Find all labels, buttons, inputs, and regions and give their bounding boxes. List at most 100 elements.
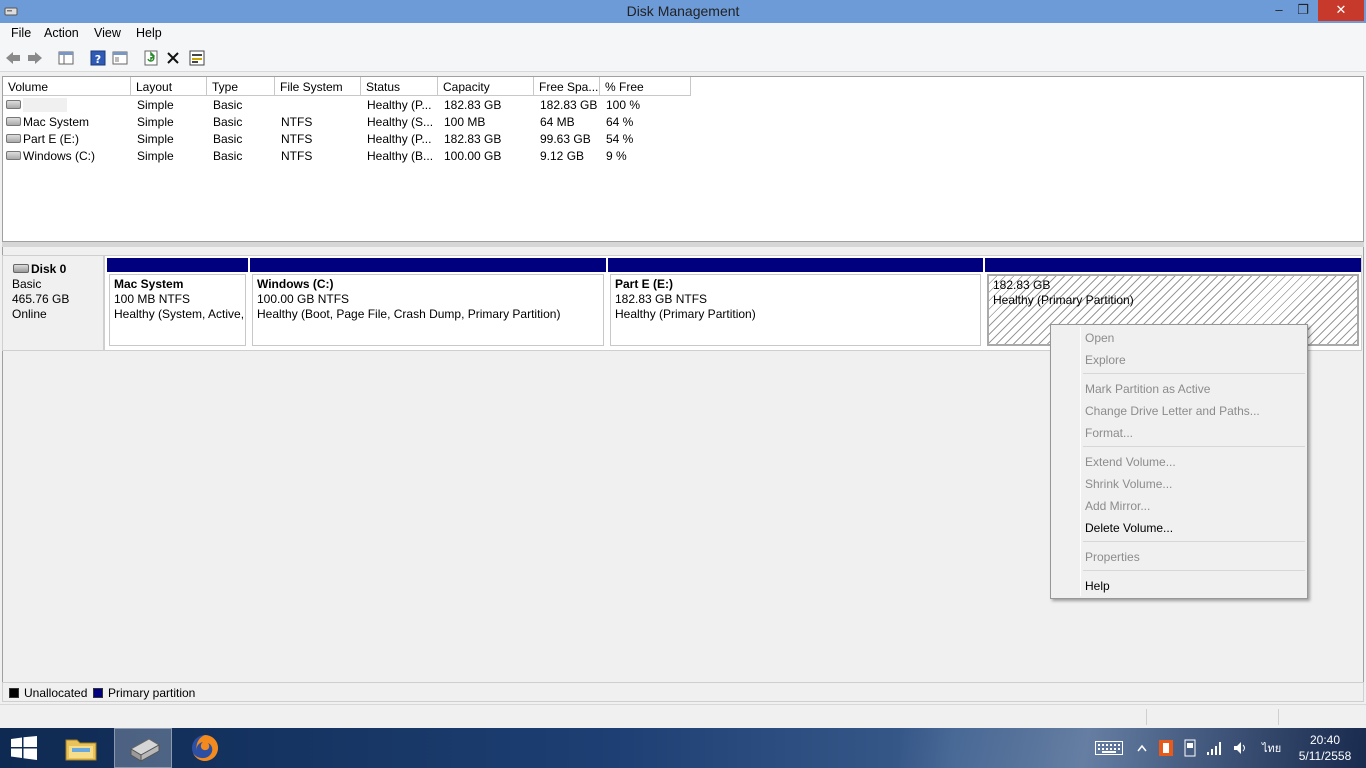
- taskbar-file-explorer[interactable]: [52, 728, 110, 768]
- volume-free-space: 99.63 GB: [540, 132, 591, 146]
- help-icon[interactable]: ?: [89, 49, 107, 67]
- partition-name: Part E (E:): [615, 277, 674, 291]
- menu-gutter: [1080, 327, 1081, 596]
- menu-item-change-drive-letter[interactable]: Change Drive Letter and Paths...: [1085, 401, 1260, 421]
- partition-status: Healthy (Primary Partition): [993, 293, 1134, 307]
- volume-file-system: NTFS: [281, 149, 313, 163]
- keyboard-icon[interactable]: [1095, 741, 1123, 755]
- menu-item-mark-active[interactable]: Mark Partition as Active: [1085, 379, 1210, 399]
- menu-separator: [1083, 446, 1305, 447]
- menu-separator: [1083, 570, 1305, 571]
- office-icon[interactable]: [1158, 739, 1174, 757]
- column-header-capacity[interactable]: Capacity: [438, 77, 534, 96]
- volume-layout: Simple: [137, 149, 174, 163]
- minimize-button[interactable]: –: [1268, 0, 1290, 21]
- disk-icon: [13, 264, 29, 273]
- volume-free-space: 9.12 GB: [540, 149, 585, 163]
- column-header-status[interactable]: Status: [361, 77, 438, 96]
- taskbar-firefox[interactable]: [176, 728, 234, 768]
- delete-icon[interactable]: [164, 49, 182, 67]
- menu-item-shrink-volume[interactable]: Shrink Volume...: [1085, 474, 1172, 494]
- column-header-file-system[interactable]: File System: [275, 77, 361, 96]
- forward-arrow-icon[interactable]: [26, 49, 44, 67]
- partition-box: Part E (E:) 182.83 GB NTFS Healthy (Prim…: [610, 274, 981, 346]
- status-separator: [1278, 709, 1279, 725]
- legend-bar: Unallocated Primary partition: [2, 682, 1364, 702]
- partition-color-bar: [608, 258, 983, 272]
- network-signal-icon[interactable]: [1206, 740, 1222, 756]
- legend-swatch-unallocated: [9, 688, 19, 698]
- volume-list: Volume Layout Type File System Status Ca…: [2, 76, 1364, 242]
- menu-item-help[interactable]: Help: [1085, 576, 1110, 596]
- clock[interactable]: 20:40 5/11/2558: [1294, 732, 1356, 764]
- properties-pane-icon[interactable]: [111, 49, 129, 67]
- volume-row[interactable]: Mac System Simple Basic NTFS Healthy (S.…: [3, 114, 1363, 131]
- column-header-percent-free[interactable]: % Free: [600, 77, 691, 96]
- refresh-icon[interactable]: [142, 49, 160, 67]
- volume-status: Healthy (P...: [367, 98, 432, 112]
- volume-status: Healthy (S...: [367, 115, 434, 129]
- context-menu: Open Explore Mark Partition as Active Ch…: [1050, 324, 1308, 599]
- volume-layout: Simple: [137, 98, 174, 112]
- partition-box: Windows (C:) 100.00 GB NTFS Healthy (Boo…: [252, 274, 604, 346]
- partition-size: 182.83 GB: [993, 278, 1051, 292]
- clock-date: 5/11/2558: [1298, 749, 1352, 763]
- column-header-volume[interactable]: Volume: [3, 77, 131, 96]
- maximize-button[interactable]: ❐: [1292, 0, 1314, 21]
- volume-row[interactable]: Part E (E:) Simple Basic NTFS Healthy (P…: [3, 131, 1363, 148]
- menu-file[interactable]: File: [11, 26, 31, 40]
- volume-layout: Simple: [137, 115, 174, 129]
- partition-size: 100.00 GB NTFS: [257, 292, 350, 306]
- console-tree-icon[interactable]: [57, 49, 75, 67]
- column-header-type[interactable]: Type: [207, 77, 275, 96]
- menu-view[interactable]: View: [94, 26, 121, 40]
- volume-row[interactable]: Windows (C:) Simple Basic NTFS Healthy (…: [3, 148, 1363, 165]
- volume-file-system: NTFS: [281, 115, 313, 129]
- partition-name: Windows (C:): [257, 277, 334, 291]
- taskbar-disk-management[interactable]: [114, 728, 172, 768]
- menu-item-delete-volume[interactable]: Delete Volume...: [1085, 518, 1173, 538]
- menu-item-properties[interactable]: Properties: [1085, 547, 1140, 567]
- menu-item-open[interactable]: Open: [1085, 328, 1114, 348]
- disk-size: 465.76 GB: [12, 292, 70, 306]
- status-separator: [1146, 709, 1147, 725]
- legend-label-unallocated: Unallocated: [24, 686, 88, 700]
- firefox-icon: [192, 735, 218, 761]
- volume-type: Basic: [213, 98, 243, 112]
- action-center-icon[interactable]: [1182, 739, 1198, 757]
- menu-item-explore[interactable]: Explore: [1085, 350, 1126, 370]
- disk-state: Online: [12, 307, 47, 321]
- partition-color-bar: [250, 258, 606, 272]
- partition-part-e[interactable]: Part E (E:) 182.83 GB NTFS Healthy (Prim…: [608, 258, 983, 346]
- volume-free-space: 64 MB: [540, 115, 575, 129]
- language-indicator[interactable]: ไทย: [1262, 739, 1281, 757]
- menu-bar: File Action View Help: [0, 23, 1366, 44]
- close-button[interactable]: ✕: [1318, 0, 1364, 21]
- volume-name: Windows (C:): [23, 149, 96, 163]
- start-icon[interactable]: [10, 736, 38, 760]
- disk-info-panel[interactable]: Disk 0 Basic 465.76 GB Online: [2, 255, 104, 351]
- partition-color-bar: [107, 258, 248, 272]
- show-hidden-icons-icon[interactable]: [1137, 744, 1147, 752]
- back-arrow-icon[interactable]: [4, 49, 22, 67]
- volume-row[interactable]: Simple Basic Healthy (P... 182.83 GB 182…: [3, 97, 1363, 114]
- partition-mac-system[interactable]: Mac System 100 MB NTFS Healthy (System, …: [107, 258, 248, 346]
- menu-item-extend-volume[interactable]: Extend Volume...: [1085, 452, 1176, 472]
- volume-speaker-icon[interactable]: [1232, 740, 1248, 756]
- partition-windows-c[interactable]: Windows (C:) 100.00 GB NTFS Healthy (Boo…: [250, 258, 606, 346]
- column-header-layout[interactable]: Layout: [131, 77, 207, 96]
- wizard-icon[interactable]: [188, 49, 206, 67]
- partition-box: Mac System 100 MB NTFS Healthy (System, …: [109, 274, 246, 346]
- volume-file-system: NTFS: [281, 132, 313, 146]
- drive-icon: [6, 151, 21, 160]
- menu-item-add-mirror[interactable]: Add Mirror...: [1085, 496, 1150, 516]
- svg-text:?: ?: [95, 53, 101, 66]
- volume-percent-free: 64 %: [606, 115, 634, 129]
- column-header-free-space[interactable]: Free Spa...: [534, 77, 600, 96]
- menu-help[interactable]: Help: [136, 26, 162, 40]
- menu-item-format[interactable]: Format...: [1085, 423, 1133, 443]
- partition-status: Healthy (Primary Partition): [615, 307, 756, 321]
- volume-type: Basic: [213, 149, 243, 163]
- menu-action[interactable]: Action: [44, 26, 79, 40]
- volume-percent-free: 100 %: [606, 98, 641, 112]
